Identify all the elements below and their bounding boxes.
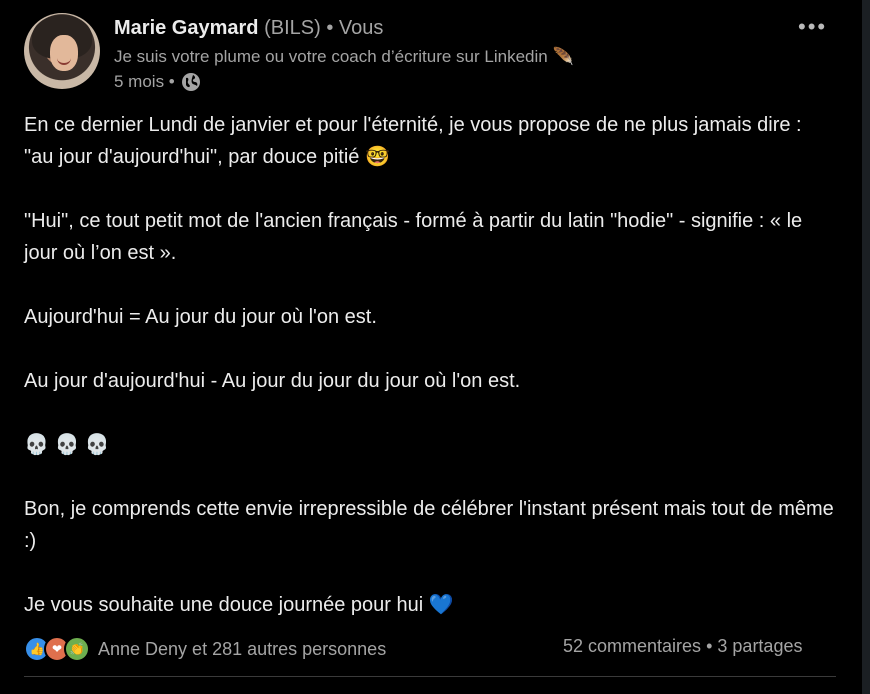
- engagement-counts: 52 commentaires • 3 partages: [563, 636, 802, 657]
- post-card: Marie Gaymard (BILS) • Vous Je suis votr…: [0, 0, 862, 694]
- post-time: 5 mois •: [114, 72, 175, 91]
- author-company: (BILS): [264, 17, 321, 39]
- post-paragraph: En ce dernier Lundi de janvier et pour l…: [24, 114, 802, 168]
- globe-icon: [181, 72, 201, 92]
- post-paragraph: Je vous souhaite une douce journée pour …: [24, 594, 454, 616]
- post-meta: 5 mois •: [114, 72, 201, 92]
- more-options-button[interactable]: •••: [798, 14, 827, 40]
- avatar[interactable]: [24, 13, 100, 89]
- post-body: En ce dernier Lundi de janvier et pour l…: [24, 109, 834, 621]
- reactions-text[interactable]: Anne Deny et 281 autres personnes: [98, 639, 386, 660]
- window-edge: [862, 0, 870, 694]
- author-headline: Je suis votre plume ou votre coach d’écr…: [114, 47, 574, 66]
- counts-separator: •: [706, 636, 713, 656]
- post-paragraph: 💀 💀 💀: [24, 434, 110, 456]
- shares-count[interactable]: 3 partages: [717, 636, 802, 656]
- clap-icon: 👏: [64, 636, 90, 662]
- post-paragraph: Aujourd'hui = Au jour du jour où l'on es…: [24, 306, 377, 328]
- post-paragraph: Au jour d'aujourd'hui - Au jour du jour …: [24, 370, 521, 392]
- reaction-icons: 👍 ❤ 👏: [24, 636, 90, 662]
- author-relation: • Vous: [326, 17, 384, 39]
- divider: [24, 676, 836, 677]
- comments-count[interactable]: 52 commentaires: [563, 636, 701, 656]
- avatar-face: [50, 35, 78, 71]
- post-paragraph: Bon, je comprends cette envie irrepressi…: [24, 498, 834, 552]
- reactions-summary[interactable]: 👍 ❤ 👏 Anne Deny et 281 autres personnes: [24, 636, 386, 662]
- author-line: Marie Gaymard (BILS) • Vous: [114, 17, 383, 40]
- post-paragraph: "Hui", ce tout petit mot de l'ancien fra…: [24, 210, 803, 264]
- author-name[interactable]: Marie Gaymard: [114, 17, 259, 39]
